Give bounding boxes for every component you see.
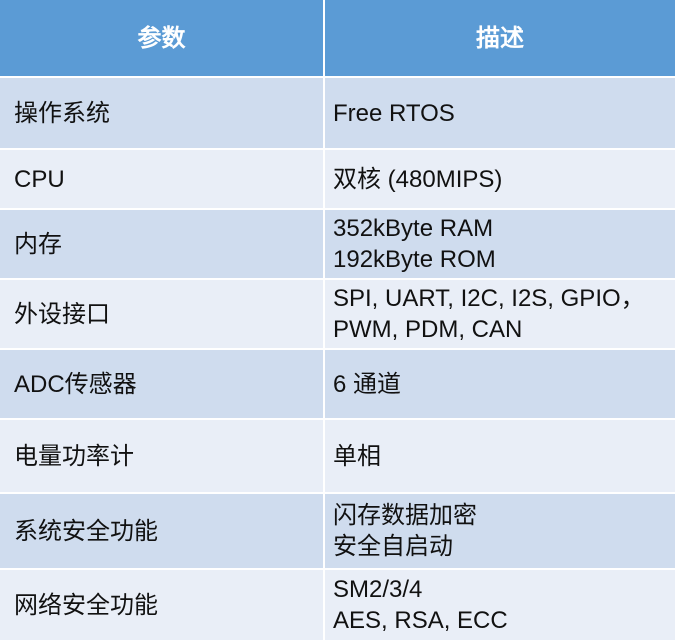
param-label: 操作系统 — [14, 99, 110, 127]
table-row: ADC传感器 6 通道 — [0, 350, 675, 418]
table-row: 外设接口 SPI, UART, I2C, I2S, GPIO， PWM, PDM… — [0, 280, 675, 348]
param-cell: CPU — [0, 150, 323, 208]
param-cell: 内存 — [0, 210, 323, 278]
desc-text: 双核 (480MIPS) — [333, 165, 503, 193]
desc-cell: SM2/3/4 AES, RSA, ECC — [325, 570, 675, 640]
param-label: 系统安全功能 — [14, 517, 158, 545]
header-description: 描述 — [325, 0, 675, 76]
param-label: 网络安全功能 — [14, 591, 158, 619]
desc-cell: 闪存数据加密 安全自启动 — [325, 494, 675, 568]
desc-cell: 双核 (480MIPS) — [325, 150, 675, 208]
table-row: 电量功率计 单相 — [0, 420, 675, 492]
param-label: 电量功率计 — [14, 442, 134, 470]
param-cell: 操作系统 — [0, 78, 323, 148]
desc-text: 6 通道 — [333, 370, 402, 398]
param-label: 内存 — [14, 230, 62, 258]
param-cell: 电量功率计 — [0, 420, 323, 492]
header-parameter: 参数 — [0, 0, 323, 76]
table-row: 网络安全功能 SM2/3/4 AES, RSA, ECC — [0, 570, 675, 640]
desc-text: SPI, UART, I2C, I2S, GPIO， — [333, 285, 645, 312]
param-label: 外设接口 — [14, 300, 110, 328]
table-row: CPU 双核 (480MIPS) — [0, 150, 675, 208]
table-row: 操作系统 Free RTOS — [0, 78, 675, 148]
param-label: CPU — [14, 165, 65, 193]
header-description-label: 描述 — [476, 24, 524, 52]
param-cell: 系统安全功能 — [0, 494, 323, 568]
desc-cell: 6 通道 — [325, 350, 675, 418]
param-label: ADC传感器 — [14, 370, 137, 398]
table-row: 系统安全功能 闪存数据加密 安全自启动 — [0, 494, 675, 568]
desc-text: 352kByte RAM — [333, 215, 494, 242]
desc-cell: Free RTOS — [325, 78, 675, 148]
desc-text: 闪存数据加密 — [333, 502, 477, 529]
desc-text: AES, RSA, ECC — [333, 607, 508, 634]
param-cell: ADC传感器 — [0, 350, 323, 418]
desc-text: SM2/3/4 — [333, 576, 423, 603]
desc-text: 单相 — [333, 442, 381, 470]
param-cell: 网络安全功能 — [0, 570, 323, 640]
spec-table: 参数 描述 操作系统 Free RTOS CPU 双核 (480MIPS) 内存… — [0, 0, 675, 640]
desc-cell: 单相 — [325, 420, 675, 492]
table-row: 内存 352kByte RAM 192kByte ROM — [0, 210, 675, 278]
header-parameter-label: 参数 — [137, 24, 186, 52]
desc-cell: 352kByte RAM 192kByte ROM — [325, 210, 675, 278]
desc-text: 192kByte ROM — [333, 246, 496, 273]
desc-text: Free RTOS — [333, 99, 455, 127]
param-cell: 外设接口 — [0, 280, 323, 348]
desc-text: 安全自启动 — [333, 533, 453, 560]
table-header: 参数 描述 — [0, 0, 675, 76]
desc-text: PWM, PDM, CAN — [333, 316, 523, 343]
desc-cell: SPI, UART, I2C, I2S, GPIO， PWM, PDM, CAN — [325, 280, 675, 348]
